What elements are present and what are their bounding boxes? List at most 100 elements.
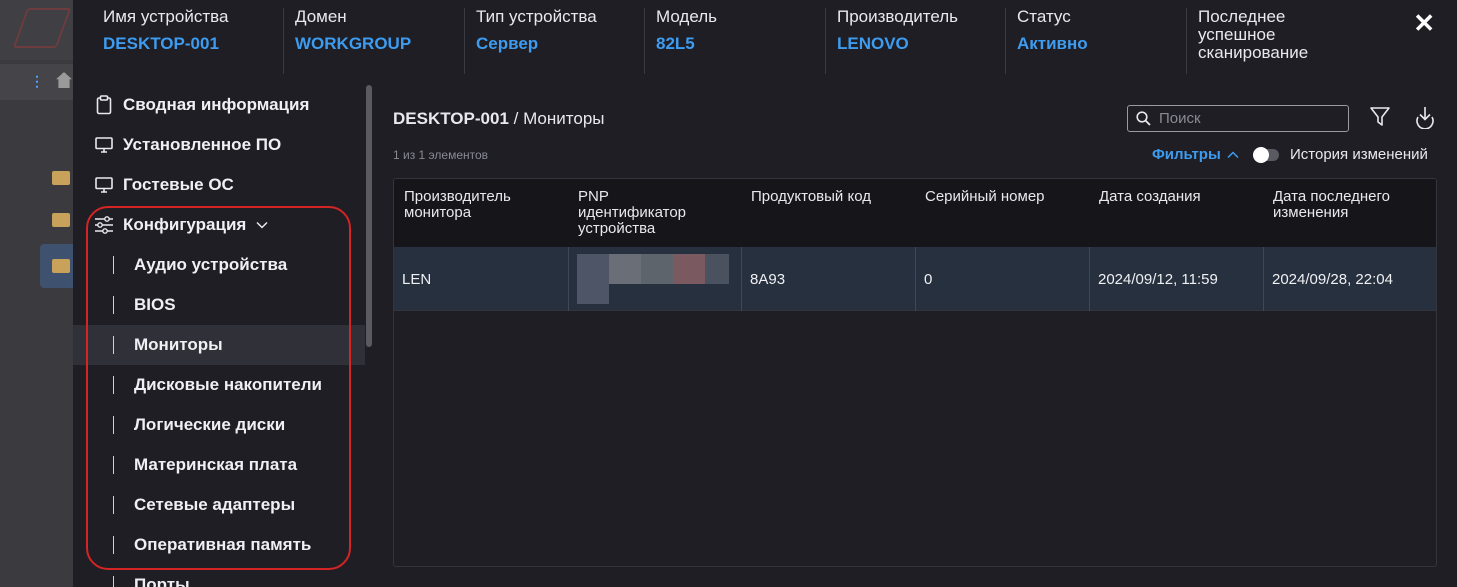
- filter-icon[interactable]: [1369, 105, 1391, 134]
- download-icon[interactable]: [1413, 105, 1437, 134]
- header-last-scan: Последнее успешное сканирование: [1186, 8, 1336, 74]
- redacted-block: [577, 254, 609, 284]
- header-value: DESKTOP-001: [103, 34, 219, 53]
- table-cell: 8A93: [741, 247, 915, 311]
- breadcrumb-page: / Мониторы: [508, 109, 605, 128]
- monitors-table: Производитель монитора PNP идентификатор…: [393, 178, 1437, 567]
- sidebar-subitem-network-adapters[interactable]: Сетевые адаптеры: [73, 485, 365, 525]
- column-header[interactable]: Продуктовый код: [751, 189, 911, 205]
- filters-label: Фильтры: [1152, 146, 1221, 163]
- tree-line: [113, 296, 114, 314]
- sidebar-subitem-ram[interactable]: Оперативная память: [73, 525, 365, 565]
- sidebar-subitem-label: Логические диски: [134, 415, 286, 434]
- sidebar-item-summary[interactable]: Сводная информация: [73, 85, 365, 125]
- device-header: Имя устройства DESKTOP-001 Домен WORKGRO…: [73, 0, 1457, 80]
- sidebar-subitem-label: Мониторы: [134, 335, 223, 354]
- folder-icon: [52, 213, 70, 227]
- table-cell: 2024/09/12, 11:59: [1089, 247, 1263, 311]
- sidebar-subitem-label: Аудио устройства: [134, 255, 288, 274]
- search-box[interactable]: [1127, 105, 1349, 132]
- tree-line: [113, 416, 114, 434]
- redacted-block: [673, 254, 705, 284]
- header-value: Активно: [1017, 34, 1088, 53]
- header-domain: Домен WORKGROUP: [283, 8, 463, 74]
- column-header[interactable]: Производитель монитора: [404, 189, 564, 221]
- sidebar-subitem-label: BIOS: [134, 295, 176, 314]
- history-label: История изменений: [1290, 146, 1428, 163]
- header-label: Домен: [295, 7, 347, 26]
- tree-line: [113, 256, 114, 274]
- column-header[interactable]: Дата последнего изменения: [1273, 189, 1423, 221]
- sidebar-subitem-label: Материнская плата: [134, 455, 298, 474]
- tree-line: [113, 496, 114, 514]
- header-status: Статус Активно: [1005, 8, 1185, 74]
- breadcrumb: DESKTOP-001 / Мониторы: [393, 109, 605, 129]
- header-value: LENOVO: [837, 34, 909, 53]
- monitor-icon: [89, 176, 119, 194]
- sidebar-scrollbar[interactable]: [366, 85, 372, 347]
- header-label: Последнее успешное сканирование: [1198, 7, 1309, 62]
- sidebar-subitem-label: Порты: [134, 575, 190, 587]
- breadcrumb-device[interactable]: DESKTOP-001: [393, 109, 509, 128]
- sidebar-item-configuration[interactable]: Конфигурация: [73, 205, 365, 245]
- table-cell: LEN: [402, 270, 432, 288]
- search-icon: [1136, 111, 1151, 126]
- clipboard-icon: [89, 95, 119, 115]
- monitor-icon: [89, 136, 119, 154]
- table-cell: 0: [915, 247, 1089, 311]
- sliders-icon: [89, 216, 119, 234]
- sidebar-item-label: Гостевые ОС: [123, 175, 234, 194]
- table-row[interactable]: LEN 8A93 0 2024/09/12, 11:59 2024/09/28,…: [394, 247, 1436, 311]
- items-count: 1 из 1 элементов: [393, 148, 489, 162]
- chevron-up-icon: [1227, 150, 1239, 159]
- tree-line: [113, 376, 114, 394]
- header-value: 82L5: [656, 34, 695, 53]
- sidebar-subitem-label: Сетевые адаптеры: [134, 495, 296, 514]
- sidebar-subitem-logical-disks[interactable]: Логические диски: [73, 405, 365, 445]
- folder-icon: [52, 171, 70, 185]
- header-device-type: Тип устройства Сервер: [464, 8, 644, 74]
- sidebar-subitem-label: Оперативная память: [134, 535, 312, 554]
- sidebar: Сводная информация Установленное ПО Гост…: [73, 85, 373, 587]
- sidebar-item-guest-os[interactable]: Гостевые ОС: [73, 165, 365, 205]
- header-label: Статус: [1017, 7, 1071, 26]
- header-label: Тип устройства: [476, 7, 597, 26]
- table-cell: 2024/09/28, 22:04: [1263, 247, 1436, 311]
- header-label: Имя устройства: [103, 7, 229, 26]
- header-label: Модель: [656, 7, 718, 26]
- sidebar-item-label: Установленное ПО: [123, 135, 282, 154]
- column-header[interactable]: Дата создания: [1099, 189, 1259, 205]
- header-value: WORKGROUP: [295, 34, 412, 53]
- column-header[interactable]: Серийный номер: [925, 189, 1085, 205]
- history-toggle[interactable]: [1253, 147, 1279, 163]
- column-header[interactable]: PNP идентификатор устройства: [578, 189, 708, 237]
- sidebar-item-installed-software[interactable]: Установленное ПО: [73, 125, 365, 165]
- sidebar-subitem-disk-drives[interactable]: Дисковые накопители: [73, 365, 365, 405]
- redacted-block: [641, 254, 673, 284]
- tree-line: [113, 576, 114, 587]
- toggle-knob: [1253, 147, 1269, 163]
- header-device-name: Имя устройства DESKTOP-001: [92, 8, 282, 74]
- tree-line: [113, 536, 114, 554]
- sidebar-subitem-ports[interactable]: Порты: [73, 565, 365, 587]
- chevron-down-icon: [256, 221, 268, 229]
- sidebar-subitem-audio-devices[interactable]: Аудио устройства: [73, 245, 365, 285]
- search-input[interactable]: [1159, 110, 1339, 127]
- close-icon[interactable]: ✕: [1413, 10, 1435, 36]
- header-value: Сервер: [476, 34, 539, 53]
- tree-line: [113, 336, 114, 354]
- sidebar-item-label: Сводная информация: [123, 95, 310, 114]
- header-label: Производитель: [837, 7, 959, 26]
- sidebar-subitem-monitors[interactable]: Мониторы: [73, 325, 365, 365]
- folder-icon: [52, 259, 70, 273]
- header-model: Модель 82L5: [644, 8, 824, 74]
- header-manufacturer: Производитель LENOVO: [825, 8, 1005, 74]
- background-app: ⋮: [0, 0, 80, 587]
- device-details-modal: Имя устройства DESKTOP-001 Домен WORKGRO…: [73, 0, 1457, 587]
- sidebar-subitem-motherboard[interactable]: Материнская плата: [73, 445, 365, 485]
- more-vertical-icon: ⋮: [30, 73, 44, 89]
- redacted-block: [577, 284, 609, 304]
- filters-toggle[interactable]: Фильтры: [1152, 146, 1239, 163]
- table-header: Производитель монитора PNP идентификатор…: [394, 179, 1436, 247]
- sidebar-subitem-bios[interactable]: BIOS: [73, 285, 365, 325]
